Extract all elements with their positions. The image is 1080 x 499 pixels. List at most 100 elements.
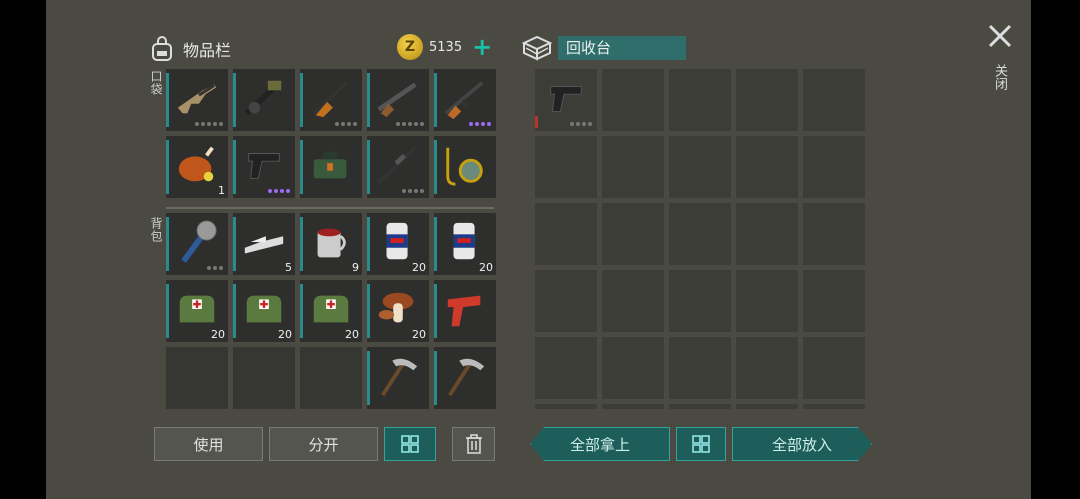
recycler-slot[interactable] bbox=[535, 69, 597, 131]
inventory-slot[interactable]: 20 bbox=[166, 280, 228, 342]
recycler-slot[interactable] bbox=[669, 337, 731, 399]
recycler-slot[interactable] bbox=[669, 69, 731, 131]
durability-bar bbox=[434, 217, 437, 271]
split-button[interactable]: 分开 bbox=[269, 427, 378, 461]
recycler-slot[interactable] bbox=[736, 270, 798, 332]
item-quantity: 20 bbox=[345, 328, 359, 341]
inventory-slot[interactable]: 1 bbox=[166, 136, 228, 198]
inventory-slot[interactable] bbox=[233, 136, 295, 198]
add-coins-button[interactable]: + bbox=[472, 35, 492, 59]
mushroom-icon bbox=[378, 292, 414, 323]
recycler-slot[interactable] bbox=[803, 404, 865, 409]
durability-bar bbox=[367, 351, 370, 405]
magnifier-tool-icon bbox=[446, 147, 483, 186]
trash-icon bbox=[465, 434, 482, 454]
recycler-slot[interactable] bbox=[602, 203, 664, 265]
quality-dots bbox=[570, 122, 592, 126]
recycler-slot[interactable] bbox=[669, 136, 731, 198]
quality-dots bbox=[396, 122, 424, 126]
recycler-slot[interactable] bbox=[535, 404, 597, 409]
rifle-icon bbox=[312, 81, 348, 118]
durability-bar bbox=[233, 284, 236, 338]
inventory-title: 物品栏 bbox=[183, 41, 232, 60]
put-all-button[interactable]: 全部放入 bbox=[732, 427, 872, 461]
durability-bar bbox=[300, 73, 303, 127]
recycler-header: 回收台 bbox=[520, 33, 686, 63]
inventory-slot[interactable] bbox=[367, 136, 429, 198]
inventory-slot[interactable]: 5 bbox=[233, 213, 295, 275]
inventory-slot[interactable] bbox=[166, 347, 228, 409]
ak-rifle-icon bbox=[444, 81, 484, 120]
inventory-header: 物品栏 bbox=[149, 35, 231, 63]
inventory-slot[interactable] bbox=[233, 347, 295, 409]
inventory-slot[interactable] bbox=[166, 213, 228, 275]
recycler-slot[interactable] bbox=[535, 203, 597, 265]
inventory-slot[interactable]: 20 bbox=[367, 280, 429, 342]
sort-button[interactable] bbox=[384, 427, 436, 461]
inventory-slot[interactable] bbox=[434, 69, 496, 131]
medkit-bag-icon bbox=[246, 295, 282, 323]
use-button[interactable]: 使用 bbox=[154, 427, 263, 461]
discard-button[interactable] bbox=[452, 427, 495, 461]
durability-bar bbox=[166, 73, 169, 127]
recycler-sort-button[interactable] bbox=[676, 427, 726, 461]
inventory-slot[interactable] bbox=[300, 347, 362, 409]
quality-dots bbox=[402, 189, 424, 193]
take-all-button[interactable]: 全部拿上 bbox=[530, 427, 670, 461]
flare-gun-icon bbox=[447, 295, 481, 327]
recycler-slot[interactable] bbox=[602, 69, 664, 131]
recycler-slot[interactable] bbox=[535, 337, 597, 399]
inventory-slot[interactable]: 9 bbox=[300, 213, 362, 275]
grid-sort-icon bbox=[692, 435, 710, 453]
inventory-slot[interactable] bbox=[367, 347, 429, 409]
recycler-slot[interactable] bbox=[602, 270, 664, 332]
inventory-slot[interactable] bbox=[166, 69, 228, 131]
inventory-slot[interactable]: 20 bbox=[300, 280, 362, 342]
pocket-grid: 1 bbox=[166, 69, 496, 198]
item-quantity: 20 bbox=[278, 328, 292, 341]
recycler-slot[interactable] bbox=[736, 203, 798, 265]
item-quantity: 20 bbox=[412, 261, 426, 274]
durability-bar bbox=[166, 140, 169, 194]
inventory-slot[interactable] bbox=[300, 69, 362, 131]
recycler-slot[interactable] bbox=[803, 203, 865, 265]
durability-bar bbox=[166, 217, 169, 271]
inventory-slot[interactable] bbox=[367, 69, 429, 131]
close-label[interactable]: 关闭 bbox=[990, 64, 1009, 90]
medkit-bag-icon bbox=[179, 295, 215, 323]
recycler-grid bbox=[535, 69, 865, 409]
inventory-slot[interactable] bbox=[300, 136, 362, 198]
mug-icon bbox=[317, 228, 346, 258]
recycler-slot[interactable] bbox=[736, 337, 798, 399]
durability-bar bbox=[434, 351, 437, 405]
item-quantity: 1 bbox=[218, 184, 225, 197]
inventory-slot[interactable] bbox=[434, 136, 496, 198]
backpack-grid: 5 9 20 20 20 20 20 20 bbox=[166, 213, 496, 409]
inventory-slot[interactable]: 20 bbox=[367, 213, 429, 275]
recycler-slot[interactable] bbox=[736, 404, 798, 409]
pocket-label: 口袋 bbox=[149, 70, 163, 96]
durability-bar bbox=[166, 284, 169, 338]
recycler-slot[interactable] bbox=[602, 404, 664, 409]
recycler-slot[interactable] bbox=[669, 203, 731, 265]
recycler-slot[interactable] bbox=[602, 337, 664, 399]
recycler-slot[interactable] bbox=[803, 270, 865, 332]
recycler-slot[interactable] bbox=[535, 270, 597, 332]
inventory-slot[interactable] bbox=[434, 347, 496, 409]
recycler-slot[interactable] bbox=[736, 69, 798, 131]
inventory-slot[interactable]: 20 bbox=[434, 213, 496, 275]
recycler-slot[interactable] bbox=[535, 136, 597, 198]
recycler-slot[interactable] bbox=[803, 337, 865, 399]
recycler-slot[interactable] bbox=[669, 270, 731, 332]
durability-bar bbox=[535, 116, 538, 128]
pickaxe-icon bbox=[381, 358, 418, 397]
recycler-slot[interactable] bbox=[669, 404, 731, 409]
recycler-slot[interactable] bbox=[602, 136, 664, 198]
inventory-slot[interactable] bbox=[233, 69, 295, 131]
inventory-slot[interactable]: 20 bbox=[233, 280, 295, 342]
recycler-slot[interactable] bbox=[803, 69, 865, 131]
inventory-slot[interactable] bbox=[434, 280, 496, 342]
close-icon[interactable] bbox=[986, 22, 1014, 50]
recycler-slot[interactable] bbox=[736, 136, 798, 198]
recycler-slot[interactable] bbox=[803, 136, 865, 198]
